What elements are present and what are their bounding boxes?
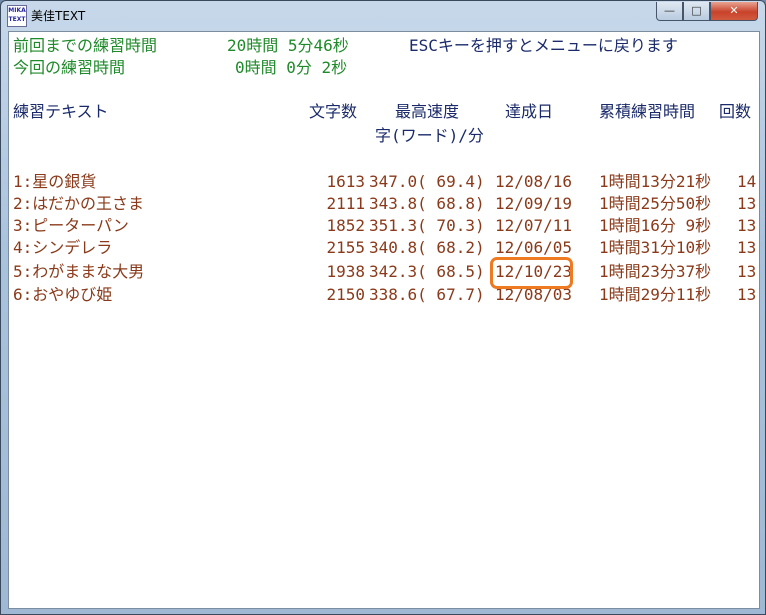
row-chars: 2150 (326, 285, 365, 304)
row-date: 12/07/11 (495, 216, 573, 235)
row-chars: 1852 (326, 216, 365, 235)
row-name: 3:ピーターパン (13, 216, 129, 235)
header-total-time: 累積練習時間 (599, 102, 696, 121)
row-speed: 347.0( 69.4) (369, 172, 485, 191)
row-name: 1:星の銀貨 (13, 172, 97, 191)
title-bar[interactable]: MIKA TEXT 美佳TEXT — □ ✕ (1, 1, 765, 29)
row-name: 6:おやゆび姫 (13, 285, 113, 304)
row-time: 1時間31分10秒 (599, 238, 712, 257)
maximize-button[interactable]: □ (683, 2, 710, 21)
prev-time-value: 20時間 5分46秒 (227, 36, 349, 55)
row-chars: 2111 (326, 194, 365, 213)
header-text: 練習テキスト (13, 102, 109, 121)
header-date: 達成日 (505, 102, 554, 121)
row-speed: 338.6( 67.7) (369, 285, 485, 304)
row-name: 5:わがままな大男 (13, 262, 145, 281)
row-count: 13 (737, 194, 757, 213)
row-count: 13 (737, 216, 757, 235)
text-console: 前回までの練習時間 20時間 5分46秒 ESCキーを押すとメニューに戻ります … (8, 31, 760, 609)
current-time-label: 今回の練習時間 (13, 58, 126, 77)
header-chars: 文字数 (309, 102, 358, 121)
row-time: 1時間13分21秒 (599, 172, 712, 191)
row-time: 1時間25分50秒 (599, 194, 712, 213)
row-count: 13 (737, 285, 757, 304)
app-icon: MIKA TEXT (7, 5, 27, 27)
date-highlight-box (490, 257, 573, 289)
row-time: 1時間23分37秒 (599, 262, 712, 281)
row-count: 13 (737, 238, 757, 257)
header-speed-unit: 字(ワード)/分 (375, 126, 484, 145)
row-speed: 340.8( 68.2) (369, 238, 485, 257)
row-chars: 2155 (326, 238, 365, 257)
minimize-button[interactable]: — (656, 2, 683, 21)
row-speed: 343.8( 68.8) (369, 194, 485, 213)
window-title: 美佳TEXT (31, 9, 86, 23)
close-button[interactable]: ✕ (710, 2, 758, 21)
current-time-value: 0時間 0分 2秒 (235, 58, 348, 77)
row-time: 1時間29分11秒 (599, 285, 712, 304)
header-count: 回数 (719, 102, 752, 121)
row-time: 1時間16分 9秒 (599, 216, 712, 235)
row-date: 12/08/16 (495, 172, 573, 191)
row-count: 13 (737, 262, 757, 281)
header-max-speed: 最高速度 (395, 102, 460, 121)
row-date: 12/09/19 (495, 194, 573, 213)
row-chars: 1613 (326, 172, 365, 191)
row-name: 4:シンデレラ (13, 238, 113, 257)
row-speed: 342.3( 68.5) (369, 262, 485, 281)
row-count: 14 (737, 172, 757, 191)
row-chars: 1938 (326, 262, 365, 281)
app-window: MIKA TEXT 美佳TEXT — □ ✕ 前回までの練習時間 20時間 5分… (0, 0, 766, 615)
esc-hint: ESCキーを押すとメニューに戻ります (409, 36, 678, 55)
row-date: 12/06/05 (495, 238, 573, 257)
row-name: 2:はだかの王さま (13, 194, 144, 213)
row-speed: 351.3( 70.3) (369, 216, 485, 235)
prev-time-label: 前回までの練習時間 (13, 36, 158, 55)
